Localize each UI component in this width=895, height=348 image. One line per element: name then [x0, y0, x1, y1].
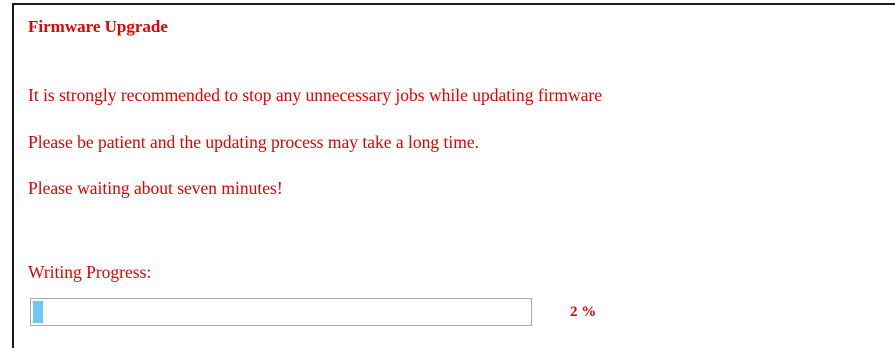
firmware-upgrade-panel: Firmware Upgrade It is strongly recommen… [12, 3, 895, 348]
warning-message-stop-jobs: It is strongly recommended to stop any u… [28, 85, 602, 105]
writing-progress-label: Writing Progress: [28, 262, 152, 282]
warning-message-be-patient: Please be patient and the updating proce… [28, 132, 479, 152]
writing-progress-bar [30, 298, 532, 326]
page-title: Firmware Upgrade [28, 17, 168, 36]
warning-message-wait-time: Please waiting about seven minutes! [28, 178, 283, 198]
writing-progress-fill [33, 301, 43, 323]
writing-progress-percent: 2 % [570, 304, 597, 320]
